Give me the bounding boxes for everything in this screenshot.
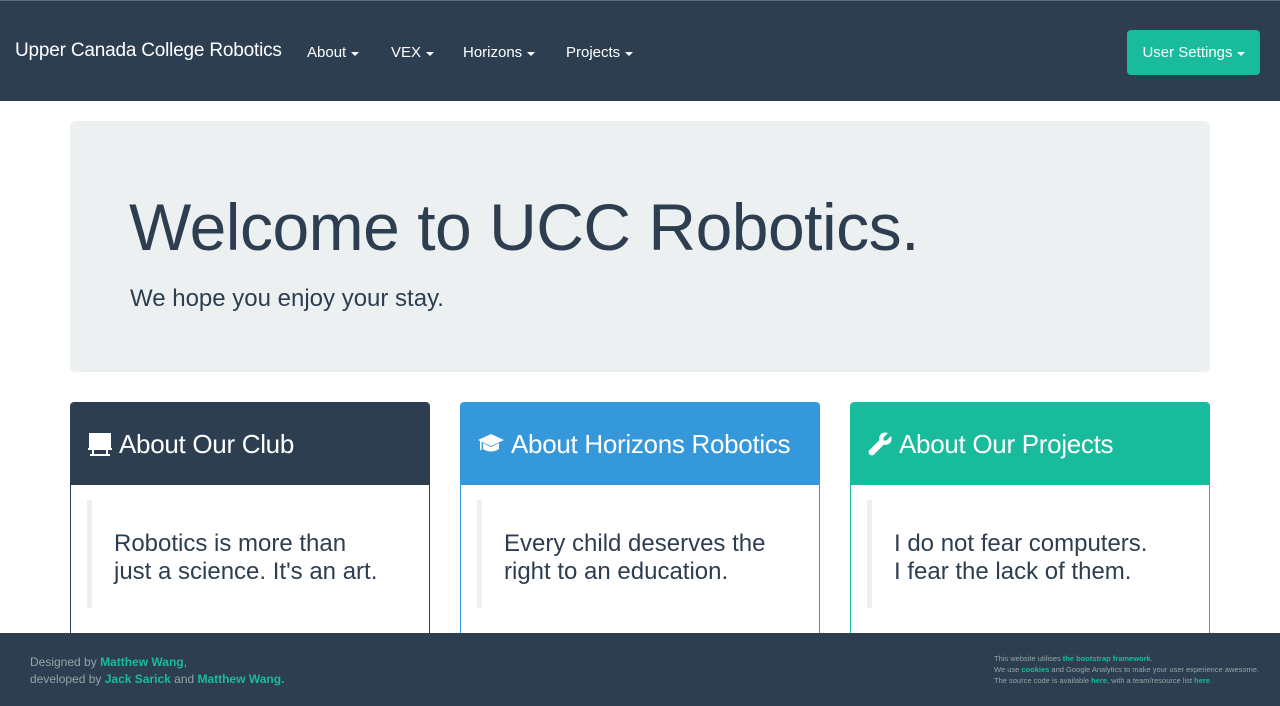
caret-down-icon [351,51,360,56]
blockquote: Robotics is more than just a science. It… [87,500,407,608]
caret-down-icon [625,51,634,56]
footer-text: developed by [30,672,102,686]
nav-menu-projects[interactable]: Projects [566,44,634,61]
footer-text: and [174,672,195,686]
caret-down-icon [426,51,435,56]
panel-about-projects: About Our Projects I do not fear compute… [850,402,1210,652]
page-title: Welcome to UCC Robotics. [129,190,920,264]
panel-title: About Horizons Robotics [511,428,791,459]
bootstrap-link[interactable]: the bootstrap framework [1063,654,1151,663]
nav-menu-about[interactable]: About [307,44,360,61]
footer-text: Designed by [30,655,97,669]
nav-menu-label: VEX [391,44,422,61]
footer-text: The source code is available [994,676,1090,685]
developer-link[interactable]: Matthew Wang [198,672,282,686]
nav-menu-label: Horizons [463,44,523,61]
panel-about-club: About Our Club Robotics is more than jus… [70,402,430,652]
footer: Designed by Matthew Wang, developed by J… [0,633,1280,706]
quote-line: Every child deserves the [504,530,766,557]
blockquote: I do not fear computers. I fear the lack… [867,500,1187,608]
panel-title: About Our Club [119,428,295,459]
quote-line: Robotics is more than [114,530,347,557]
blockquote: Every child deserves the right to an edu… [477,500,797,608]
graduation-cap-icon [478,434,504,452]
quote-line: just a science. It's an art. [114,558,378,585]
footer-credits: Designed by Matthew Wang, developed by J… [30,654,284,688]
user-settings-label: User Settings [1142,44,1233,61]
footer-text: We use [994,665,1020,674]
quote-line: I fear the lack of them. [894,558,1132,585]
caret-down-icon [527,51,536,56]
panel-header: About Our Projects [851,403,1209,485]
developer-link[interactable]: Jack Sarick [105,672,171,686]
footer-info: This website utilises the bootstrap fram… [994,653,1259,686]
quote-line: I do not fear computers. [894,530,1148,557]
footer-credits-line: Designed by Matthew Wang, [30,654,284,671]
footer-info-line: The source code is available here, with … [994,676,1213,685]
footer-info-line: We use cookies and Google Analytics to m… [994,664,1259,675]
footer-period: . [281,672,285,686]
nav-menu-vex[interactable]: VEX [391,44,435,61]
footer-text: and Google Analytics to make your user e… [1051,665,1260,674]
footer-text: , with a team/resource list [1107,676,1193,685]
footer-text: , [183,655,187,669]
page-subtitle: We hope you enjoy your stay. [130,285,444,312]
jumbotron: Welcome to UCC Robotics. We hope you enj… [70,121,1210,372]
brand-link[interactable]: Upper Canada College Robotics [15,40,282,62]
nav-menu-label: Projects [566,44,621,61]
navbar: Upper Canada College Robotics About VEX … [0,0,1280,101]
wrench-icon [868,432,892,456]
footer-text: This website utilises [994,654,1061,663]
quote-line: right to an education. [504,558,729,585]
footer-credits-line: developed by Jack Sarick and Matthew Wan… [30,671,284,688]
user-settings-button[interactable]: User Settings [1127,30,1260,75]
cookies-link[interactable]: cookies [1021,665,1049,674]
easel-icon [88,433,112,456]
panel-title: About Our Projects [899,428,1114,459]
source-code-link[interactable]: here [1091,676,1107,685]
panel-about-horizons: About Horizons Robotics Every child dese… [460,402,820,652]
panel-header: About Horizons Robotics [461,403,819,485]
panel-header: About Our Club [71,403,429,485]
nav-menu-horizons[interactable]: Horizons [463,44,536,61]
nav-menu-label: About [307,44,347,61]
footer-info-line: This website utilises the bootstrap fram… [994,654,1153,663]
caret-down-icon [1236,51,1245,56]
team-list-link[interactable]: here [1194,676,1210,685]
designer-link[interactable]: Matthew Wang [100,655,184,669]
